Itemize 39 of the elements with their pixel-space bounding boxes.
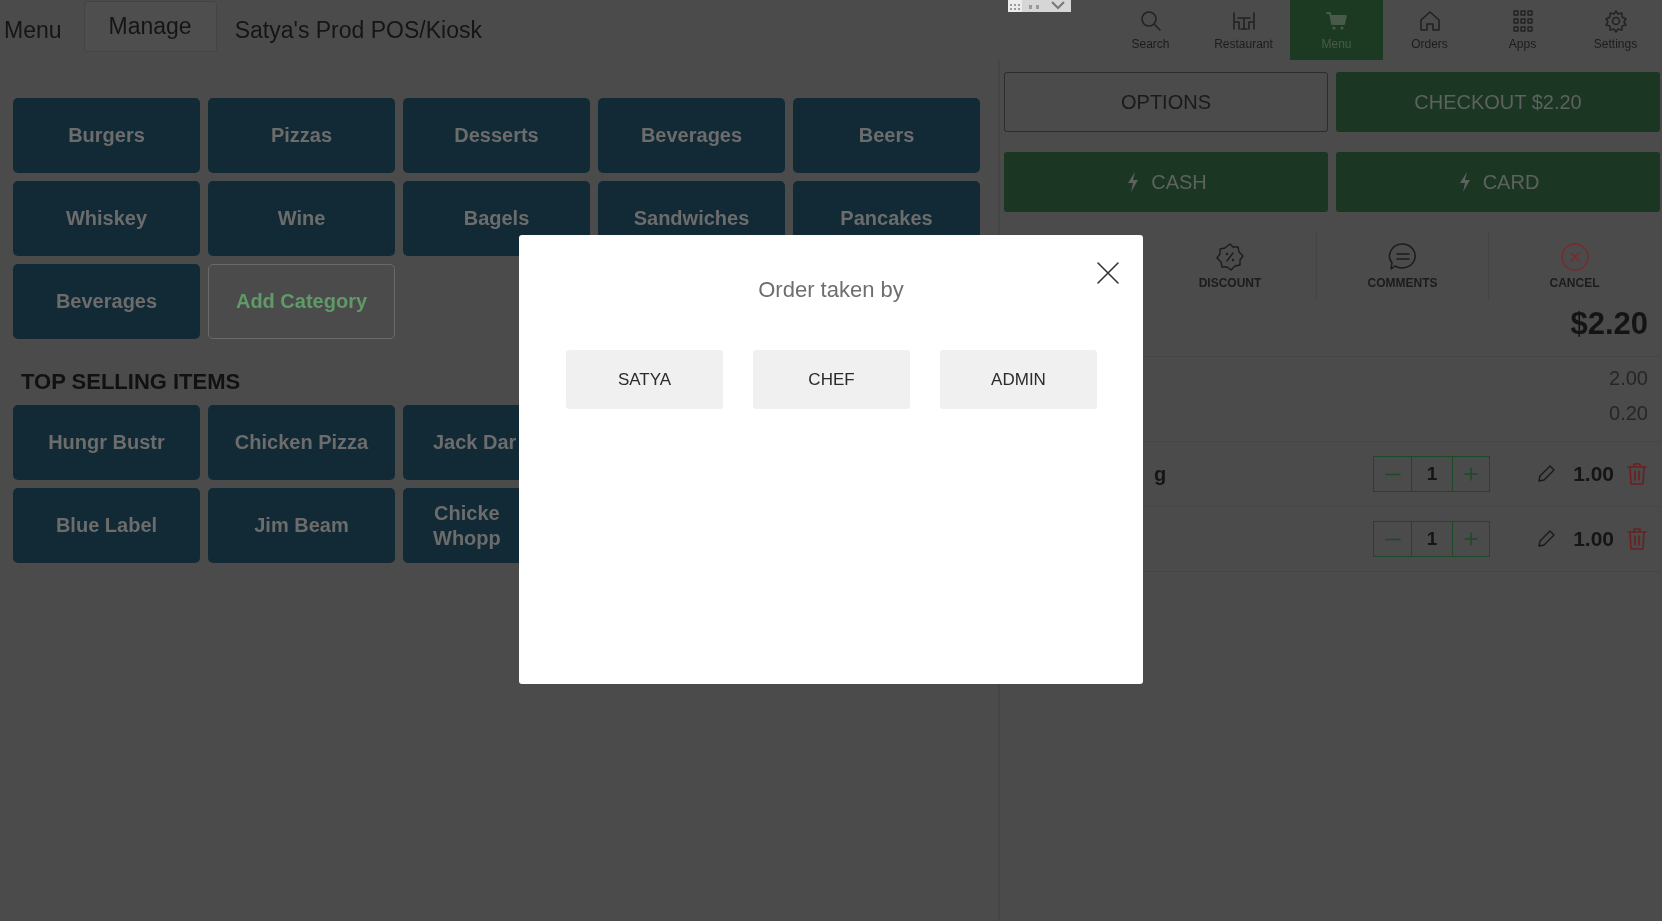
category-tile[interactable]: Beverages	[13, 264, 200, 339]
trash-icon[interactable]	[1626, 462, 1648, 486]
item-tile[interactable]: Chicken Pizza	[208, 405, 395, 480]
plus-icon	[1463, 466, 1479, 482]
discount-badge-icon	[1215, 242, 1245, 272]
category-tile[interactable]: Beers	[793, 98, 980, 173]
payment-button[interactable]: CASH	[1004, 152, 1328, 212]
order-total: $2.20	[1570, 306, 1648, 342]
pencil-icon[interactable]	[1536, 464, 1556, 484]
category-tile[interactable]: Desserts	[403, 98, 590, 173]
staff-option-button[interactable]: CHEF	[753, 350, 910, 409]
nav-tab[interactable]: Manage	[83, 1, 217, 52]
trash-icon[interactable]	[1626, 527, 1648, 551]
staff-option-button[interactable]: ADMIN	[940, 350, 1097, 409]
item-tile[interactable]: Blue Label	[13, 488, 200, 563]
category-tile[interactable]: Whiskey	[13, 181, 200, 256]
staff-option-button[interactable]: SATYA	[566, 350, 723, 409]
item-tile[interactable]: Chicke Whopp	[403, 488, 519, 563]
item-tile[interactable]: Jim Beam	[208, 488, 395, 563]
payment-button[interactable]: CARD	[1336, 152, 1660, 212]
pencil-icon[interactable]	[1536, 529, 1556, 549]
speech-bubble-icon	[1387, 242, 1418, 272]
plus-icon	[1463, 531, 1479, 547]
close-icon[interactable]	[1096, 261, 1120, 285]
item-tile[interactable]: Jack Dar	[403, 405, 519, 480]
category-tile[interactable]: Beverages	[598, 98, 785, 173]
category-tile[interactable]: Pizzas	[208, 98, 395, 173]
settings-icon	[1602, 9, 1629, 33]
minus-icon	[1384, 537, 1401, 541]
dining-table-icon	[1230, 9, 1257, 33]
category-tile[interactable]: Wine	[208, 181, 395, 256]
category-tile[interactable]: Burgers	[13, 98, 200, 173]
item-tile[interactable]: Hungr Bustr	[13, 405, 200, 480]
dialog-title: Order taken by	[757, 277, 905, 303]
checkout-button[interactable]: CHECKOUT $2.20	[1336, 72, 1660, 132]
close-circle-icon	[1559, 242, 1590, 272]
add-category-button[interactable]: Add Category	[208, 264, 395, 339]
section-heading: TOP SELLING ITEMS	[21, 369, 241, 395]
minus-icon	[1384, 472, 1401, 476]
